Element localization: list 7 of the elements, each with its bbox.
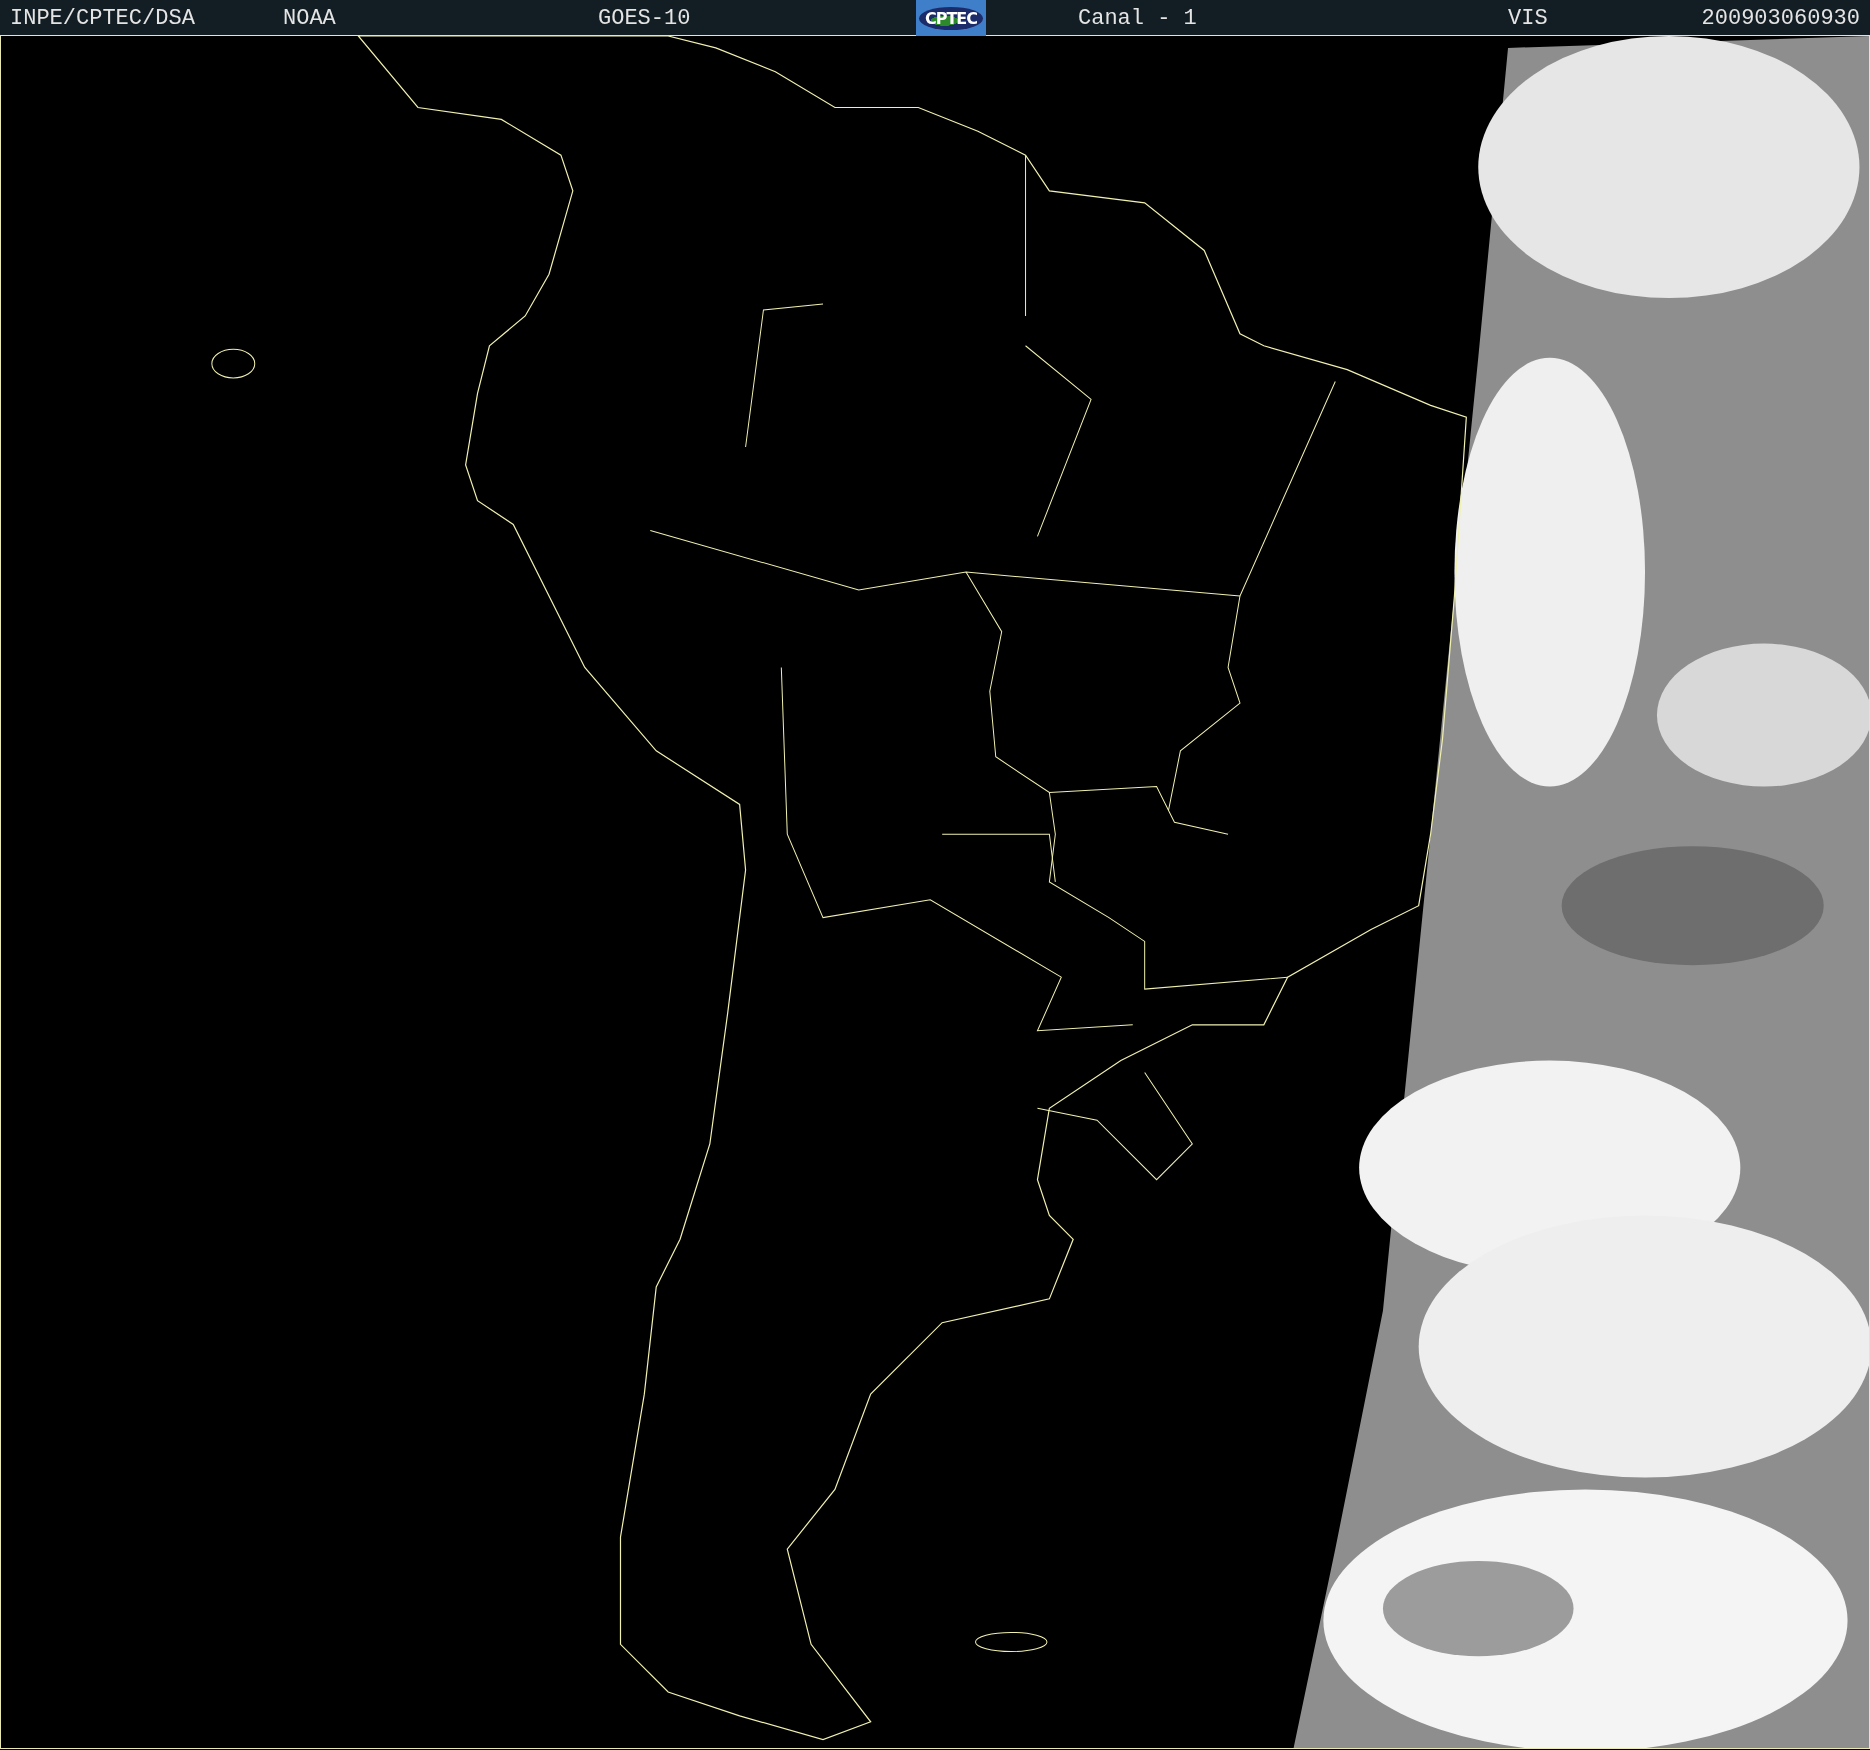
header-label: VIS: [1508, 5, 1548, 31]
header-label: NOAA: [283, 5, 336, 31]
header-label: 200903060930: [1701, 5, 1861, 31]
header-label: GOES-10: [598, 5, 691, 31]
logo: CPTEC: [916, 0, 986, 36]
header-label: Canal - 1: [1078, 5, 1197, 31]
header-label: INPE/CPTEC/DSA: [10, 5, 195, 31]
